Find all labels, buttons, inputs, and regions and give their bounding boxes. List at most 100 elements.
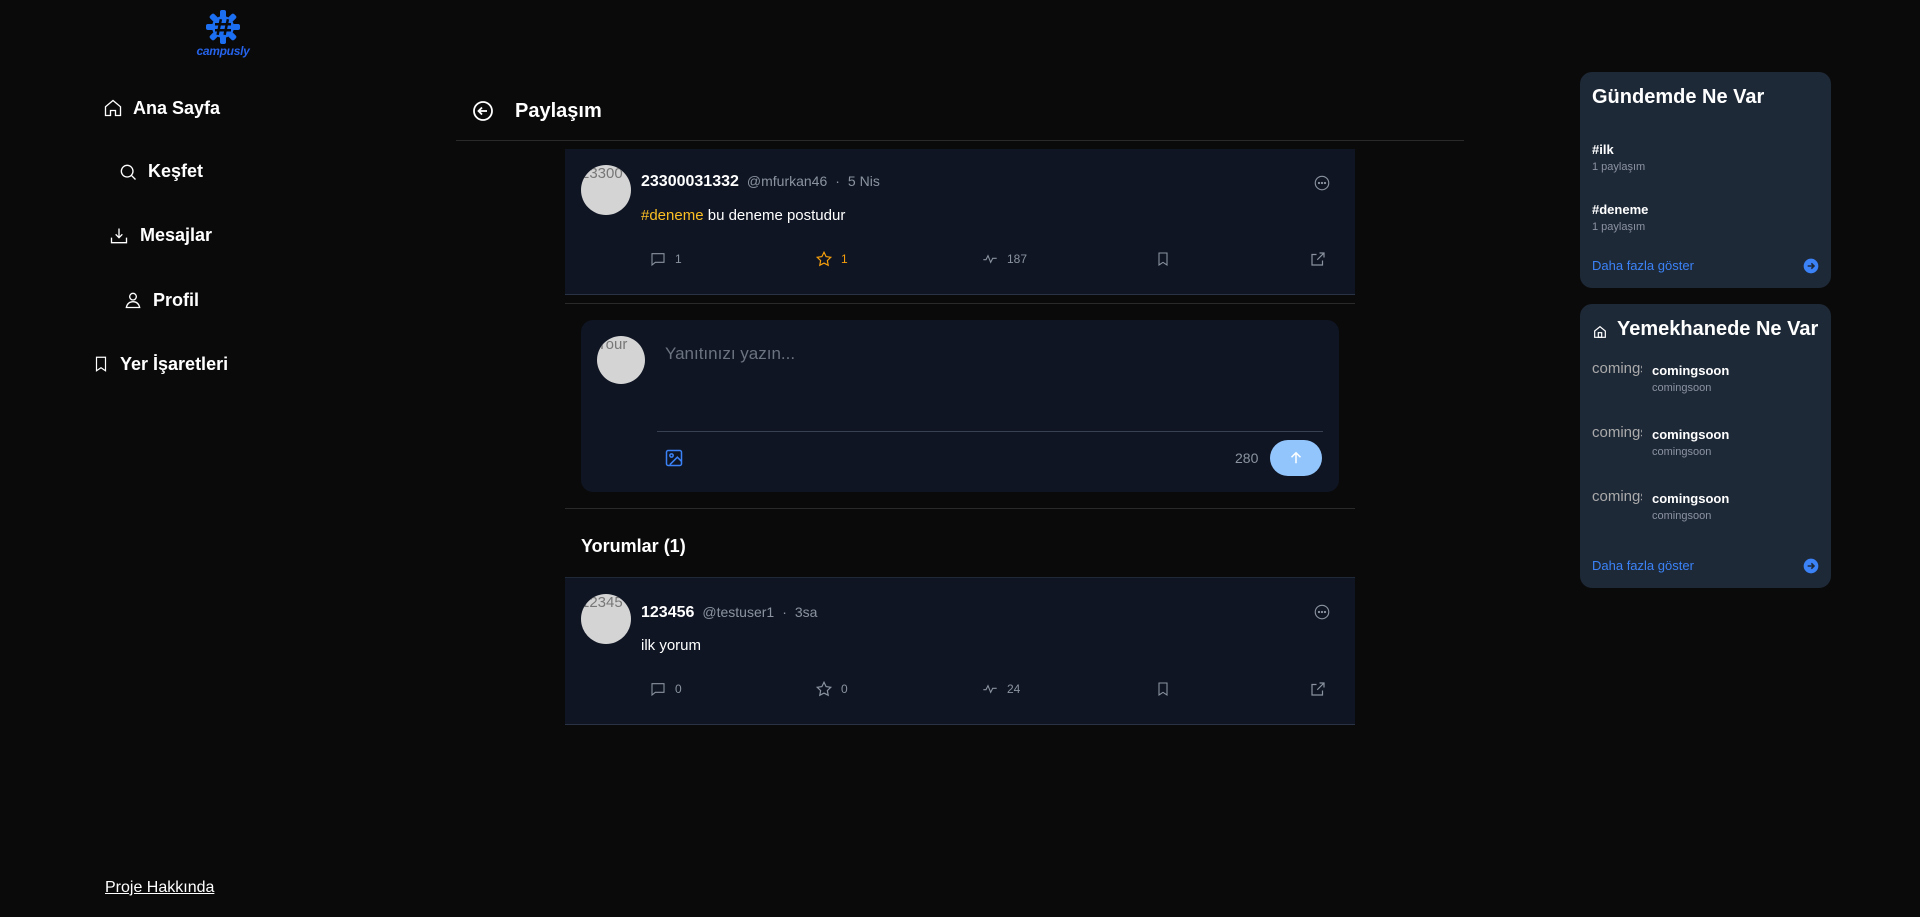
reply-input[interactable]	[663, 342, 1317, 416]
send-reply-button[interactable]	[1270, 440, 1322, 476]
share-icon	[1311, 682, 1325, 696]
activity-icon	[983, 684, 997, 694]
star-icon	[815, 680, 833, 697]
bookmark-button[interactable]	[1155, 680, 1309, 698]
trend-count: 1 paylaşım	[1592, 161, 1646, 173]
post-time: 5 Nis	[847, 173, 880, 189]
meta-separator: ·	[835, 173, 840, 189]
arrow-right-circle-icon[interactable]	[1803, 558, 1819, 574]
menu-item-name[interactable]: comingsoon	[1652, 363, 1729, 378]
avatar[interactable]: 12345	[581, 594, 631, 644]
menu-item-name[interactable]: comingsoon	[1652, 491, 1729, 506]
view-count: 24	[1007, 682, 1021, 696]
comment-icon	[651, 683, 665, 697]
arrow-up-icon	[1290, 451, 1302, 464]
comment-actions: 0 0 24	[649, 680, 1339, 698]
activity-icon	[983, 254, 997, 264]
trend-tag[interactable]: #ilk	[1592, 142, 1614, 157]
cafeteria-title: Yemekhanede Ne Var	[1617, 318, 1819, 340]
page-title: Paylaşım	[515, 99, 602, 122]
comment-button[interactable]: 1	[649, 251, 815, 267]
back-arrow-icon[interactable]	[471, 99, 495, 123]
star-count: 0	[841, 682, 848, 696]
post-hashtag[interactable]: #deneme	[641, 207, 704, 224]
nav-label-home: Ana Sayfa	[133, 97, 221, 118]
bookmark-button[interactable]	[1155, 250, 1309, 268]
menu-item-name[interactable]: comingsoon	[1652, 427, 1729, 442]
star-icon	[815, 250, 833, 267]
inbox-icon	[110, 228, 128, 243]
post-author[interactable]: 23300031332	[641, 173, 739, 191]
post-text: bu deneme postudur	[703, 207, 846, 224]
nav-item-home[interactable]: Ana Sayfa	[103, 97, 220, 119]
cafeteria-card: Yemekhanede Ne Var comingsoon comingsoon…	[1580, 304, 1831, 588]
trend-tag[interactable]: #deneme	[1592, 202, 1648, 217]
share-button[interactable]	[1309, 680, 1327, 698]
trend-count: 1 paylaşım	[1592, 221, 1646, 233]
divider	[565, 508, 1355, 509]
main-post[interactable]: 23300 23300031332 @mfurkan46 · 5 Nis #de…	[565, 149, 1355, 295]
post-content: #deneme bu deneme postudur	[641, 207, 845, 224]
nav-label-bookmarks: Yer İşaretleri	[120, 353, 229, 374]
user-icon	[125, 292, 141, 309]
views-indicator: 24	[981, 681, 1155, 697]
comment-button[interactable]: 0	[649, 681, 815, 697]
hashtag-logo-icon	[206, 10, 240, 44]
menu-item-sub: comingsoon	[1652, 510, 1712, 522]
comment-author[interactable]: 123456	[641, 604, 694, 622]
reply-composer: Your 280	[581, 320, 1339, 492]
bookmark-icon	[1158, 682, 1168, 696]
share-icon	[1311, 252, 1325, 266]
campusly-logo[interactable]: campusly	[193, 8, 253, 58]
trending-card: Gündemde Ne Var #ilk 1 paylaşım #deneme …	[1580, 72, 1831, 288]
comment-time: 3sa	[794, 604, 818, 620]
composer-avatar: Your	[597, 336, 645, 384]
composer-divider	[657, 431, 1323, 432]
nav-label-messages: Mesajlar	[140, 225, 213, 245]
search-icon	[120, 164, 136, 180]
nav-item-messages[interactable]: Mesajlar	[108, 225, 212, 246]
post-actions: 1 1 187	[649, 250, 1339, 268]
nav-item-bookmarks[interactable]: Yer İşaretleri	[92, 353, 228, 375]
more-options-icon[interactable]	[1313, 603, 1331, 621]
trending-show-more-link[interactable]: Daha fazla göster	[1592, 258, 1694, 273]
more-options-icon[interactable]	[1313, 174, 1331, 192]
nav-label-explore: Keşfet	[148, 161, 204, 181]
menu-item-image: comingsoon	[1592, 361, 1642, 377]
star-count: 1	[841, 252, 848, 266]
comment-handle[interactable]: @testuser1	[702, 604, 774, 620]
view-count: 187	[1007, 252, 1028, 266]
share-button[interactable]	[1309, 250, 1327, 268]
building-icon	[1594, 325, 1606, 338]
comment-content: ilk yorum	[641, 637, 702, 654]
comment-item[interactable]: 12345 123456 @testuser1 · 3sa ilk yorum …	[565, 577, 1355, 725]
arrow-right-circle-icon[interactable]	[1803, 258, 1819, 274]
menu-item-sub: comingsoon	[1652, 382, 1712, 394]
views-indicator: 187	[981, 251, 1155, 267]
nav-item-explore[interactable]: Keşfet	[118, 161, 203, 182]
menu-item-image: comingsoon	[1592, 489, 1642, 505]
bookmark-icon	[95, 356, 107, 372]
image-upload-icon[interactable]	[664, 448, 684, 468]
post-header: 23300031332 @mfurkan46 · 5 Nis	[641, 173, 880, 191]
comments-title: Yorumlar (1)	[581, 536, 686, 556]
comment-icon	[651, 253, 665, 267]
comment-header: 123456 @testuser1 · 3sa	[641, 604, 817, 622]
char-counter: 280	[1235, 450, 1259, 466]
about-project-link[interactable]: Proje Hakkında	[105, 879, 214, 897]
post-handle[interactable]: @mfurkan46	[747, 173, 827, 189]
star-button[interactable]: 1	[815, 250, 981, 268]
nav-item-profile[interactable]: Profil	[123, 289, 199, 311]
menu-item-sub: comingsoon	[1652, 446, 1712, 458]
menu-item-image: comingsoon	[1592, 425, 1642, 441]
bookmark-icon	[1158, 252, 1168, 266]
avatar[interactable]: 23300	[581, 165, 631, 215]
star-button[interactable]: 0	[815, 680, 981, 698]
divider	[565, 303, 1355, 304]
comment-count: 1	[675, 252, 682, 266]
cafeteria-show-more-link[interactable]: Daha fazla göster	[1592, 558, 1694, 573]
comment-count: 0	[675, 682, 682, 696]
home-icon	[104, 99, 122, 117]
nav-label-profile: Profil	[153, 289, 200, 310]
meta-separator: ·	[782, 604, 787, 620]
